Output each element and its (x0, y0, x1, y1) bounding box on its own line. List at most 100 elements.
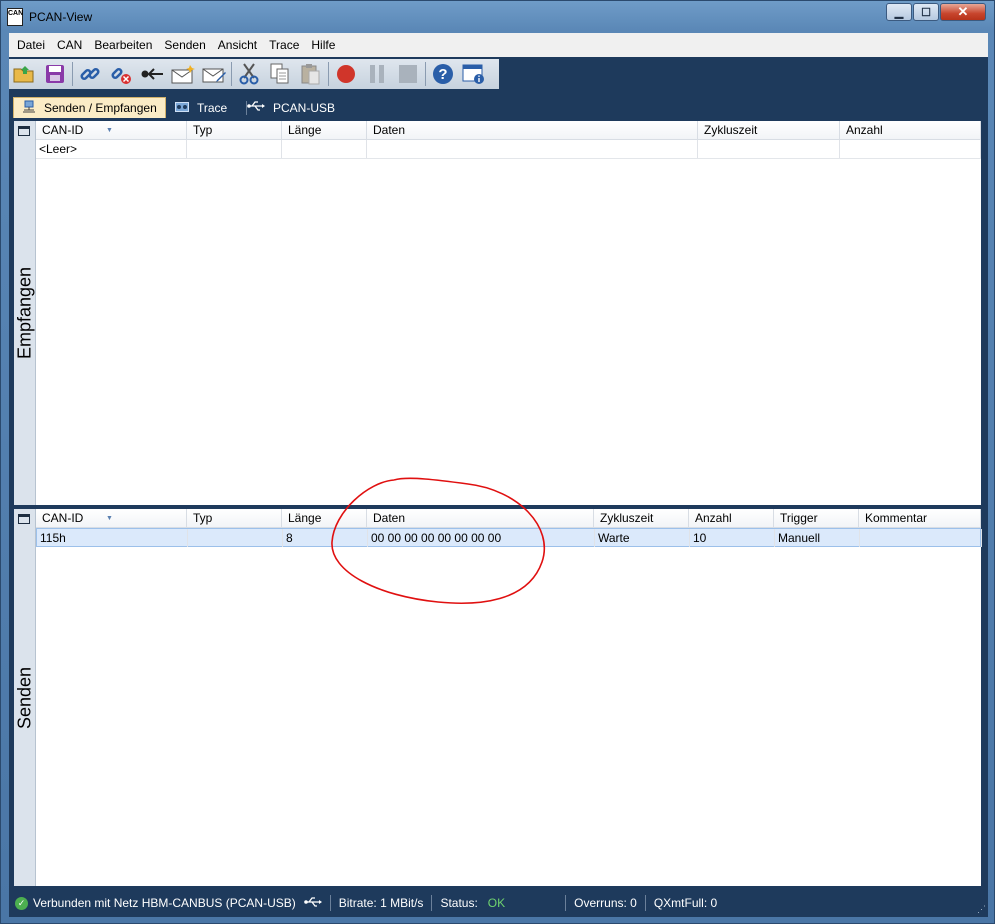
edit-message-icon (202, 68, 226, 83)
menu-ansicht[interactable]: Ansicht (212, 33, 263, 57)
status-separator (644, 895, 646, 911)
column-header-typ[interactable]: Typ (187, 121, 282, 140)
column-header-can-id[interactable]: CAN-ID ▼ (36, 509, 187, 528)
usb-icon (247, 100, 265, 115)
tab-pcan-usb[interactable]: PCAN-USB (239, 97, 343, 118)
sort-arrow-icon: ▼ (106, 515, 113, 522)
save-button[interactable] (43, 62, 67, 86)
maximize-button[interactable]: ☐ (913, 3, 939, 21)
copy-button[interactable] (268, 62, 292, 86)
title-bar[interactable]: CAN PCAN-View ▁ ☐ ✕ (1, 1, 995, 33)
column-header-laenge[interactable]: Länge (282, 121, 367, 140)
column-header-zykluszeit[interactable]: Zykluszeit (698, 121, 840, 140)
toolbar-separator (231, 62, 232, 86)
tab-senden-empfangen[interactable]: Senden / Empfangen (13, 97, 166, 118)
connect-icon (80, 67, 100, 81)
status-separator (565, 895, 567, 911)
column-header-laenge[interactable]: Länge (282, 509, 367, 528)
cell-typ (187, 140, 282, 158)
menu-senden[interactable]: Senden (158, 33, 211, 57)
paste-icon (301, 64, 320, 85)
cell-typ (188, 529, 283, 547)
menu-trace[interactable]: Trace (263, 33, 305, 57)
column-header-anzahl[interactable]: Anzahl (840, 121, 981, 140)
toolbar-separator (425, 62, 426, 86)
column-header-anzahl[interactable]: Anzahl (689, 509, 774, 528)
tab-label: Senden / Empfangen (44, 101, 157, 115)
cell-anzahl: 10 (690, 529, 775, 547)
column-chooser-icon[interactable] (18, 514, 30, 524)
pcan-app-icon[interactable]: CAN (7, 8, 23, 26)
menu-datei[interactable]: Datei (11, 33, 51, 57)
window-controls: ▁ ☐ ✕ (885, 3, 986, 21)
tab-label: PCAN-USB (273, 100, 336, 115)
save-icon (46, 65, 64, 83)
record-icon (337, 65, 355, 83)
stop-button[interactable] (396, 62, 420, 86)
column-header-zykluszeit[interactable]: Zykluszeit (594, 509, 689, 528)
connection-status: Verbunden mit Netz HBM-CANBUS (PCAN-USB) (33, 896, 296, 910)
column-header-typ[interactable]: Typ (187, 509, 282, 528)
menu-hilfe[interactable]: Hilfe (305, 33, 341, 57)
send-grid-header: CAN-ID ▼ Typ Länge Daten Zykluszeit Anzah… (36, 509, 981, 528)
table-row[interactable]: 115h 8 00 00 00 00 00 00 00 00 Warte 10 … (36, 528, 982, 547)
receive-grid: CAN-ID ▼ Typ Länge Daten Zykluszeit Anzah… (36, 121, 981, 159)
about-button[interactable] (462, 62, 486, 86)
cell-zykluszeit (698, 140, 840, 158)
toolbar-separator (72, 62, 73, 86)
help-button[interactable]: ? (431, 62, 455, 86)
trace-icon (175, 101, 189, 115)
cell-zykluszeit: Warte (595, 529, 690, 547)
cell-laenge: 8 (283, 529, 368, 547)
column-chooser-icon[interactable] (18, 126, 30, 136)
svg-text:?: ? (438, 66, 447, 83)
tab-trace[interactable]: Trace (167, 97, 235, 118)
close-button[interactable]: ✕ (940, 3, 986, 21)
send-grid: CAN-ID ▼ Typ Länge Daten Zykluszeit Anzah… (36, 509, 982, 547)
receive-panel: Empfangen CAN-ID ▼ Typ Länge Daten Zyklus… (14, 121, 981, 505)
open-button[interactable] (12, 62, 36, 86)
disconnect-icon (111, 67, 131, 84)
stop-icon (399, 65, 417, 83)
client-area: Datei CAN Bearbeiten Senden Ansicht Trac… (9, 33, 988, 917)
column-header-daten[interactable]: Daten (367, 121, 698, 140)
tab-strip: Senden / Empfangen Trace PCAN-USB (9, 91, 988, 118)
table-row[interactable]: <Leer> (36, 140, 981, 159)
menu-bar: Datei CAN Bearbeiten Senden Ansicht Trac… (9, 33, 988, 57)
window-title: PCAN-View (29, 10, 93, 24)
about-icon (462, 64, 484, 84)
network-icon (22, 100, 36, 117)
menu-bearbeiten[interactable]: Bearbeiten (88, 33, 158, 57)
minimize-button[interactable]: ▁ (886, 3, 912, 21)
check-icon: ✓ (15, 896, 28, 910)
resize-grip-icon[interactable]: ⋰ (977, 904, 986, 915)
column-header-label: CAN-ID (42, 123, 84, 137)
help-icon: ? (433, 64, 453, 84)
column-header-daten[interactable]: Daten (367, 509, 594, 528)
overruns-status: Overruns: 0 (574, 896, 637, 910)
bitrate-status: Bitrate: 1 MBit/s (338, 896, 424, 910)
cut-icon (239, 63, 259, 85)
new-message-button[interactable] (171, 62, 195, 86)
reset-button[interactable] (140, 62, 164, 86)
receive-panel-side: Empfangen (14, 121, 36, 505)
edit-message-button[interactable] (202, 62, 226, 86)
cut-button[interactable] (237, 62, 261, 86)
menu-can[interactable]: CAN (51, 33, 88, 57)
column-header-can-id[interactable]: CAN-ID ▼ (36, 121, 187, 140)
connect-button[interactable] (78, 62, 102, 86)
pause-icon (370, 65, 384, 83)
cell-can-id: 115h (37, 529, 188, 547)
status-separator (329, 895, 331, 911)
disconnect-button[interactable] (109, 62, 133, 86)
column-header-trigger[interactable]: Trigger (774, 509, 859, 528)
paste-button[interactable] (299, 62, 323, 86)
cell-anzahl (840, 140, 981, 158)
status-separator (431, 895, 433, 911)
receive-panel-label: Empfangen (14, 266, 35, 360)
toolbar-buttons: ? (9, 59, 499, 89)
pause-button[interactable] (365, 62, 389, 86)
record-button[interactable] (334, 62, 358, 86)
column-header-kommentar[interactable]: Kommentar (859, 509, 981, 528)
close-icon: ✕ (957, 4, 969, 19)
